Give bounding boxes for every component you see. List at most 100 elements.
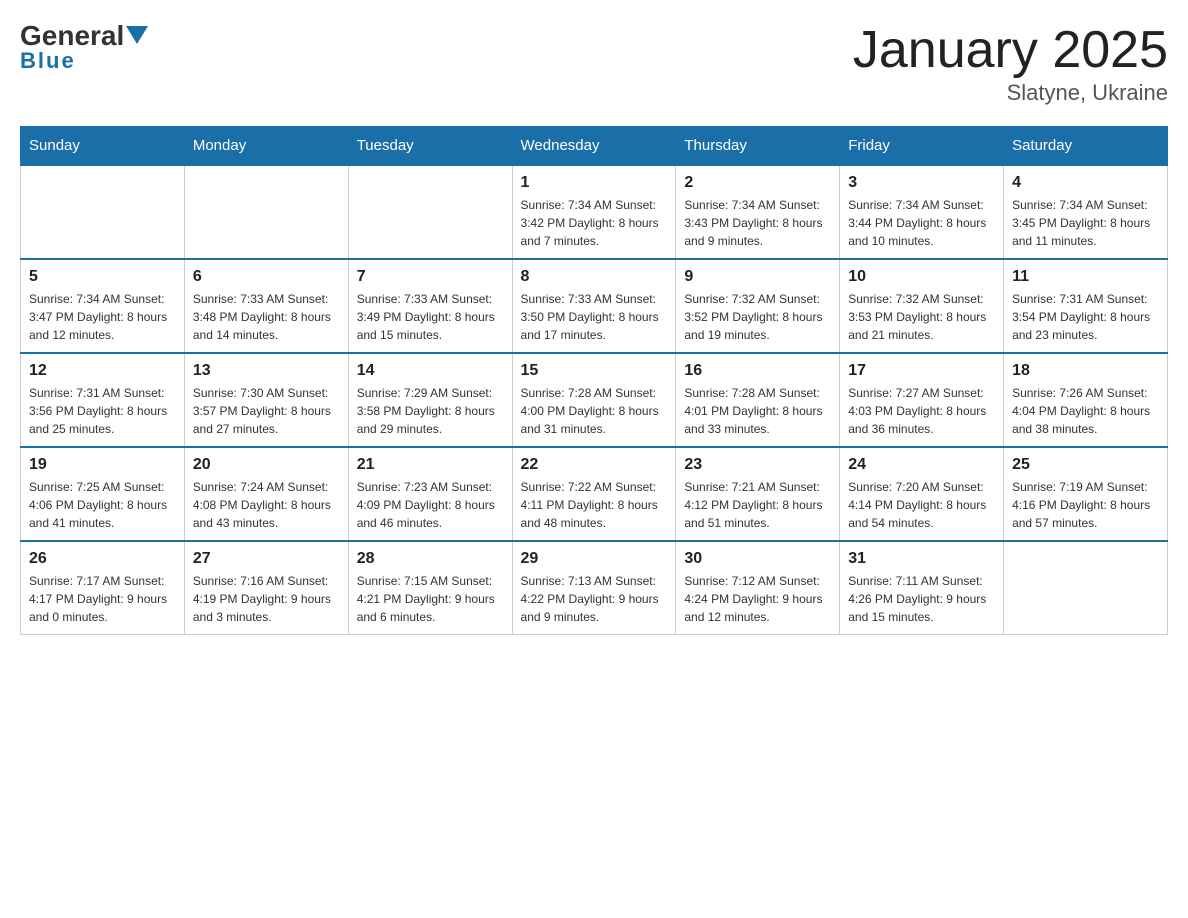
calendar-week-row: 19 Sunrise: 7:25 AM Sunset: 4:06 PM Dayli… <box>21 447 1168 541</box>
calendar-week-row: 5 Sunrise: 7:34 AM Sunset: 3:47 PM Daylig… <box>21 259 1168 353</box>
day-number: 23 <box>684 456 831 474</box>
day-info: Sunrise: 7:34 AM Sunset: 3:42 PM Dayligh… <box>521 196 668 250</box>
day-info: Sunrise: 7:31 AM Sunset: 3:54 PM Dayligh… <box>1012 290 1159 344</box>
day-info: Sunrise: 7:34 AM Sunset: 3:44 PM Dayligh… <box>848 196 995 250</box>
table-row: 4 Sunrise: 7:34 AM Sunset: 3:45 PM Daylig… <box>1004 165 1168 259</box>
day-number: 10 <box>848 268 995 286</box>
table-row: 25 Sunrise: 7:19 AM Sunset: 4:16 PM Dayli… <box>1004 447 1168 541</box>
table-row: 5 Sunrise: 7:34 AM Sunset: 3:47 PM Daylig… <box>21 259 185 353</box>
day-info: Sunrise: 7:24 AM Sunset: 4:08 PM Dayligh… <box>193 478 340 532</box>
header-tuesday: Tuesday <box>348 127 512 166</box>
month-title: January 2025 <box>853 20 1168 80</box>
table-row: 19 Sunrise: 7:25 AM Sunset: 4:06 PM Dayli… <box>21 447 185 541</box>
table-row: 17 Sunrise: 7:27 AM Sunset: 4:03 PM Dayli… <box>840 353 1004 447</box>
day-number: 7 <box>357 268 504 286</box>
day-number: 27 <box>193 550 340 568</box>
table-row <box>1004 541 1168 635</box>
day-info: Sunrise: 7:19 AM Sunset: 4:16 PM Dayligh… <box>1012 478 1159 532</box>
calendar-week-row: 12 Sunrise: 7:31 AM Sunset: 3:56 PM Dayli… <box>21 353 1168 447</box>
table-row: 11 Sunrise: 7:31 AM Sunset: 3:54 PM Dayli… <box>1004 259 1168 353</box>
day-info: Sunrise: 7:30 AM Sunset: 3:57 PM Dayligh… <box>193 384 340 438</box>
calendar-header-row: Sunday Monday Tuesday Wednesday Thursday… <box>21 127 1168 166</box>
day-number: 6 <box>193 268 340 286</box>
day-number: 17 <box>848 362 995 380</box>
day-info: Sunrise: 7:32 AM Sunset: 3:52 PM Dayligh… <box>684 290 831 344</box>
day-info: Sunrise: 7:17 AM Sunset: 4:17 PM Dayligh… <box>29 572 176 626</box>
table-row: 26 Sunrise: 7:17 AM Sunset: 4:17 PM Dayli… <box>21 541 185 635</box>
day-number: 26 <box>29 550 176 568</box>
day-number: 2 <box>684 174 831 192</box>
table-row: 28Sunrise: 7:15 AM Sunset: 4:21 PM Dayli… <box>348 541 512 635</box>
day-info: Sunrise: 7:26 AM Sunset: 4:04 PM Dayligh… <box>1012 384 1159 438</box>
day-number: 3 <box>848 174 995 192</box>
table-row: 23Sunrise: 7:21 AM Sunset: 4:12 PM Dayli… <box>676 447 840 541</box>
table-row: 8Sunrise: 7:33 AM Sunset: 3:50 PM Daylig… <box>512 259 676 353</box>
location-label: Slatyne, Ukraine <box>853 80 1168 106</box>
table-row: 21 Sunrise: 7:23 AM Sunset: 4:09 PM Dayli… <box>348 447 512 541</box>
day-number: 19 <box>29 456 176 474</box>
day-number: 13 <box>193 362 340 380</box>
table-row: 2 Sunrise: 7:34 AM Sunset: 3:43 PM Daylig… <box>676 165 840 259</box>
table-row: 1 Sunrise: 7:34 AM Sunset: 3:42 PM Daylig… <box>512 165 676 259</box>
table-row: 7 Sunrise: 7:33 AM Sunset: 3:49 PM Daylig… <box>348 259 512 353</box>
day-number: 8 <box>521 268 668 286</box>
table-row: 3 Sunrise: 7:34 AM Sunset: 3:44 PM Daylig… <box>840 165 1004 259</box>
day-number: 14 <box>357 362 504 380</box>
day-number: 12 <box>29 362 176 380</box>
header-friday: Friday <box>840 127 1004 166</box>
header-thursday: Thursday <box>676 127 840 166</box>
day-number: 18 <box>1012 362 1159 380</box>
header-saturday: Saturday <box>1004 127 1168 166</box>
day-info: Sunrise: 7:34 AM Sunset: 3:43 PM Dayligh… <box>684 196 831 250</box>
day-info: Sunrise: 7:25 AM Sunset: 4:06 PM Dayligh… <box>29 478 176 532</box>
table-row: 31Sunrise: 7:11 AM Sunset: 4:26 PM Dayli… <box>840 541 1004 635</box>
day-number: 28 <box>357 550 504 568</box>
day-info: Sunrise: 7:11 AM Sunset: 4:26 PM Dayligh… <box>848 572 995 626</box>
logo-triangle-icon <box>126 26 148 44</box>
header-monday: Monday <box>184 127 348 166</box>
day-info: Sunrise: 7:28 AM Sunset: 4:01 PM Dayligh… <box>684 384 831 438</box>
table-row <box>348 165 512 259</box>
day-info: Sunrise: 7:23 AM Sunset: 4:09 PM Dayligh… <box>357 478 504 532</box>
day-info: Sunrise: 7:16 AM Sunset: 4:19 PM Dayligh… <box>193 572 340 626</box>
day-info: Sunrise: 7:34 AM Sunset: 3:47 PM Dayligh… <box>29 290 176 344</box>
table-row: 16 Sunrise: 7:28 AM Sunset: 4:01 PM Dayli… <box>676 353 840 447</box>
day-number: 4 <box>1012 174 1159 192</box>
day-number: 1 <box>521 174 668 192</box>
day-info: Sunrise: 7:29 AM Sunset: 3:58 PM Dayligh… <box>357 384 504 438</box>
day-info: Sunrise: 7:12 AM Sunset: 4:24 PM Dayligh… <box>684 572 831 626</box>
calendar-table: Sunday Monday Tuesday Wednesday Thursday… <box>20 126 1168 635</box>
header-sunday: Sunday <box>21 127 185 166</box>
day-info: Sunrise: 7:31 AM Sunset: 3:56 PM Dayligh… <box>29 384 176 438</box>
table-row: 30 Sunrise: 7:12 AM Sunset: 4:24 PM Dayli… <box>676 541 840 635</box>
day-number: 15 <box>521 362 668 380</box>
day-number: 24 <box>848 456 995 474</box>
table-row: 13 Sunrise: 7:30 AM Sunset: 3:57 PM Dayli… <box>184 353 348 447</box>
day-number: 5 <box>29 268 176 286</box>
table-row: 15 Sunrise: 7:28 AM Sunset: 4:00 PM Dayli… <box>512 353 676 447</box>
day-info: Sunrise: 7:28 AM Sunset: 4:00 PM Dayligh… <box>521 384 668 438</box>
day-info: Sunrise: 7:33 AM Sunset: 3:49 PM Dayligh… <box>357 290 504 344</box>
table-row: 12 Sunrise: 7:31 AM Sunset: 3:56 PM Dayli… <box>21 353 185 447</box>
logo: General Blue <box>20 20 148 74</box>
day-number: 9 <box>684 268 831 286</box>
day-info: Sunrise: 7:27 AM Sunset: 4:03 PM Dayligh… <box>848 384 995 438</box>
table-row: 29 Sunrise: 7:13 AM Sunset: 4:22 PM Dayli… <box>512 541 676 635</box>
table-row: 22Sunrise: 7:22 AM Sunset: 4:11 PM Dayli… <box>512 447 676 541</box>
page-header: General Blue January 2025 Slatyne, Ukrai… <box>20 20 1168 106</box>
table-row: 24Sunrise: 7:20 AM Sunset: 4:14 PM Dayli… <box>840 447 1004 541</box>
day-number: 21 <box>357 456 504 474</box>
day-info: Sunrise: 7:33 AM Sunset: 3:48 PM Dayligh… <box>193 290 340 344</box>
day-number: 25 <box>1012 456 1159 474</box>
table-row <box>21 165 185 259</box>
calendar-week-row: 1 Sunrise: 7:34 AM Sunset: 3:42 PM Daylig… <box>21 165 1168 259</box>
day-info: Sunrise: 7:13 AM Sunset: 4:22 PM Dayligh… <box>521 572 668 626</box>
day-info: Sunrise: 7:32 AM Sunset: 3:53 PM Dayligh… <box>848 290 995 344</box>
table-row: 18 Sunrise: 7:26 AM Sunset: 4:04 PM Dayli… <box>1004 353 1168 447</box>
day-number: 16 <box>684 362 831 380</box>
day-info: Sunrise: 7:34 AM Sunset: 3:45 PM Dayligh… <box>1012 196 1159 250</box>
title-section: January 2025 Slatyne, Ukraine <box>853 20 1168 106</box>
day-number: 29 <box>521 550 668 568</box>
day-number: 11 <box>1012 268 1159 286</box>
day-number: 30 <box>684 550 831 568</box>
